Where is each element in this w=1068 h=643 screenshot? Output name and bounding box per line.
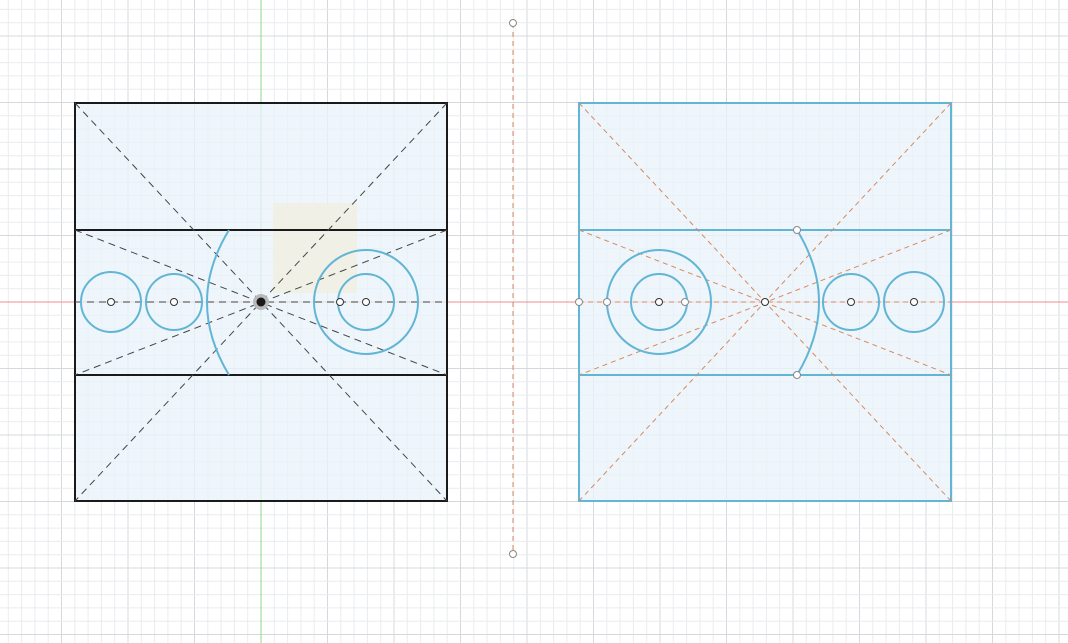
- sketch-point-icon[interactable]: [336, 298, 344, 306]
- sketch-point-icon[interactable]: [910, 298, 918, 306]
- sketch-point-icon[interactable]: [847, 298, 855, 306]
- sketch-point-icon[interactable]: [681, 298, 689, 306]
- original-sketch[interactable]: [74, 102, 448, 502]
- sketch-point-icon[interactable]: [793, 226, 801, 234]
- sketch-point-icon[interactable]: [170, 298, 178, 306]
- sketch-canvas[interactable]: [0, 0, 1068, 643]
- sketch-point-icon[interactable]: [575, 298, 583, 306]
- sketch-point-icon[interactable]: [793, 371, 801, 379]
- sketch-point-icon[interactable]: [509, 550, 517, 558]
- sketch-point-icon[interactable]: [362, 298, 370, 306]
- sketch-point-icon[interactable]: [603, 298, 611, 306]
- sketch-point-icon[interactable]: [107, 298, 115, 306]
- sketch-point-icon[interactable]: [509, 19, 517, 27]
- sketch-point-icon[interactable]: [761, 298, 769, 306]
- origin-point-icon[interactable]: [256, 297, 266, 307]
- selection-highlight: [273, 203, 357, 293]
- mirrored-sketch[interactable]: [575, 102, 952, 502]
- sketch-point-icon[interactable]: [655, 298, 663, 306]
